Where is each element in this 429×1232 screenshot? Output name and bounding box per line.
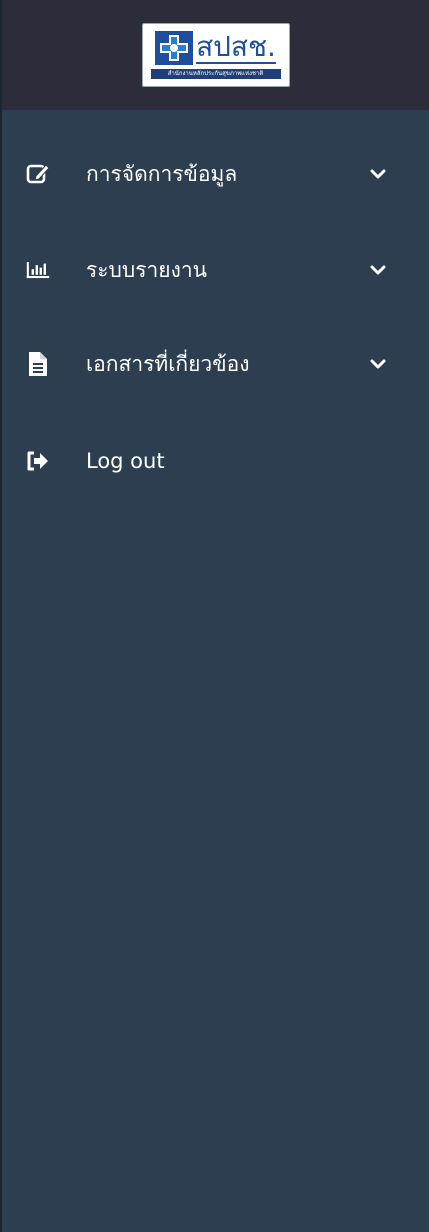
sidebar-header: สปสช. สำนักงานหลักประกันสุขภาพแห่งชาติ [2, 0, 429, 110]
menu-item-data-management[interactable]: การจัดการข้อมูล [2, 150, 429, 198]
sidebar: สปสช. สำนักงานหลักประกันสุขภาพแห่งชาติ ก… [0, 0, 429, 1232]
logout-icon [26, 449, 50, 473]
menu-item-label: ระบบรายงาน [86, 258, 207, 282]
menu-item-label: เอกสารที่เกี่ยวข้อง [86, 352, 250, 376]
document-icon [26, 352, 50, 376]
medical-cross-icon [155, 31, 194, 65]
menu-item-reports[interactable]: ระบบรายงาน [2, 246, 429, 294]
menu-item-related-documents[interactable]: เอกสารที่เกี่ยวข้อง [2, 340, 429, 388]
menu-item-label: การจัดการข้อมูล [86, 162, 238, 186]
menu-item-logout[interactable]: Log out [2, 437, 429, 485]
logo-name: สปสช. [196, 30, 276, 64]
logo[interactable]: สปสช. สำนักงานหลักประกันสุขภาพแห่งชาติ [141, 23, 290, 87]
chevron-down-icon [369, 355, 387, 373]
logo-mark: สปสช. [155, 31, 276, 65]
chevron-down-icon [369, 261, 387, 279]
menu-item-label: Log out [86, 449, 165, 473]
bar-chart-icon [26, 258, 50, 282]
logo-subtitle: สำนักงานหลักประกันสุขภาพแห่งชาติ [150, 69, 281, 79]
chevron-down-icon [369, 165, 387, 183]
edit-icon [26, 162, 50, 186]
